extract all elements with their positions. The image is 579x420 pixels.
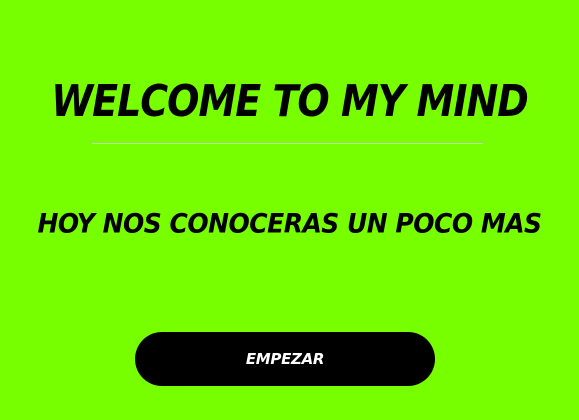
page-title: WELCOME TO MY MIND <box>51 76 529 127</box>
start-button[interactable]: EMPEZAR <box>135 332 435 386</box>
page-subtitle: HOY NOS CONOCERAS UN POCO MAS <box>37 208 542 239</box>
divider <box>92 143 483 144</box>
